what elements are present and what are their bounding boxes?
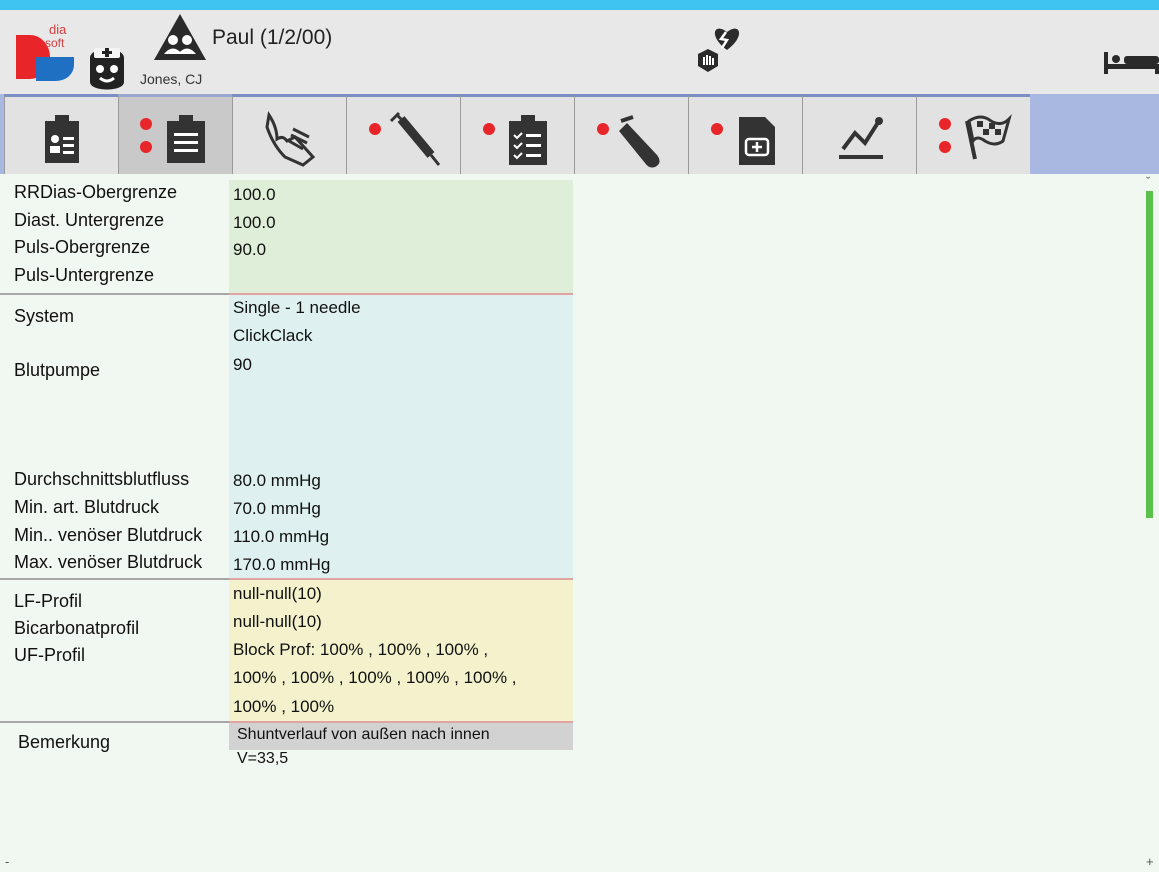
value-diast-untergrenze: 100.0 [233, 213, 276, 232]
tab-dot [140, 118, 152, 130]
label-min-venoeser-blutdruck: Min.. venöser Blutdruck [14, 525, 203, 545]
tab-finish-flag[interactable] [916, 94, 1030, 174]
bed-icon[interactable] [1102, 48, 1159, 76]
tab-chart[interactable] [802, 94, 916, 174]
svg-text:dia: dia [49, 23, 67, 37]
test-tube-icon [597, 115, 660, 168]
label-system: System [14, 306, 75, 326]
value-uf-profil-line3: 100% , 100% [233, 697, 335, 716]
app-header: dia soft Jones, CJ Paul (1/2/00) [0, 10, 1159, 94]
label-max-venoeser-blutdruck: Max. venöser Blutdruck [14, 552, 203, 572]
svg-text:soft: soft [45, 36, 65, 50]
scroll-up-marker[interactable]: ˇ [1146, 174, 1150, 189]
label-rrdias-obergrenze: RRDias-Obergrenze [14, 182, 178, 202]
patient-name: Paul (1/2/00) [212, 26, 333, 49]
tab-dot [597, 123, 609, 135]
value-durchschnittsblutfluss: 80.0 mmHg [233, 471, 321, 490]
clipboard-icon [140, 115, 205, 163]
syringe-icon [369, 111, 441, 166]
tab-patient-record[interactable] [4, 94, 118, 174]
patient-record-icon [45, 115, 79, 163]
tab-hand[interactable] [232, 94, 346, 174]
tab-dot [369, 123, 381, 135]
value-blutpumpe: 90 [233, 355, 252, 374]
chart-icon [839, 117, 883, 159]
value-min-venoeser-blutdruck: 110.0 mmHg [233, 527, 330, 546]
diasoft-logo: dia soft [16, 23, 74, 81]
label-durchschnittsblutfluss: Durchschnittsblutfluss [14, 469, 190, 489]
value-min-art-blutdruck: 70.0 mmHg [233, 499, 321, 518]
tab-dot [711, 123, 723, 135]
value-uf-profil-line1: Block Prof: 100% , 100% , 100% , [233, 640, 489, 659]
main-content: RRDias-Obergrenze Diast. Untergrenze Pul… [0, 174, 1159, 872]
checklist-icon [483, 115, 547, 165]
scrollbar[interactable] [1146, 191, 1153, 518]
value-remark-line2: V=33,5 [237, 750, 289, 767]
value-uf-profil-line2: 100% , 100% , 100% , 100% , 100% , [233, 668, 517, 687]
label-puls-obergrenze: Puls-Obergrenze [14, 237, 151, 257]
label-bemerkung: Bemerkung [18, 732, 111, 752]
top-accent-strip [0, 0, 1159, 10]
tab-dot [483, 123, 495, 135]
tab-checklist[interactable] [460, 94, 574, 174]
hand-icon [265, 111, 316, 167]
label-uf-profil: UF-Profil [14, 645, 85, 665]
limits-value-bg [229, 180, 573, 294]
label-lf-profil: LF-Profil [14, 591, 83, 611]
nurse-name: Jones, CJ [140, 71, 203, 87]
label-bicarbonatprofil: Bicarbonatprofil [14, 618, 140, 638]
value-rrdias-obergrenze: 100.0 [233, 185, 276, 204]
value-lf-profil: null-null(10) [233, 584, 322, 603]
heart-alert-icon[interactable] [688, 22, 746, 82]
plus-marker[interactable]: + [1146, 854, 1154, 869]
patient-icon [154, 14, 206, 60]
tab-medical-doc[interactable] [688, 94, 802, 174]
minus-marker[interactable]: - [5, 854, 9, 869]
finish-flag-icon [939, 113, 1012, 160]
tab-test-tube[interactable] [574, 94, 688, 174]
medical-doc-icon [711, 117, 775, 165]
value-max-venoeser-blutdruck: 170.0 mmHg [233, 555, 331, 574]
label-diast-untergrenze: Diast. Untergrenze [14, 210, 165, 230]
tab-dot [939, 141, 951, 153]
tab-dot [140, 141, 152, 153]
tab-clipboard[interactable] [118, 94, 232, 174]
tab-dot [939, 118, 951, 130]
nurse-icon [90, 48, 124, 90]
label-blutpumpe: Blutpumpe [14, 360, 101, 380]
label-puls-untergrenze: Puls-Untergrenze [14, 265, 155, 285]
tab-bar [0, 94, 1159, 174]
value-puls-obergrenze: 90.0 [233, 240, 267, 259]
tab-syringe[interactable] [346, 94, 460, 174]
value-system-2: ClickClack [233, 326, 313, 345]
value-remark-line1: Shuntverlauf von außen nach innen [237, 726, 490, 743]
label-min-art-blutdruck: Min. art. Blutdruck [14, 497, 160, 517]
value-system-1: Single - 1 needle [233, 298, 361, 317]
value-bicarbonatprofil: null-null(10) [233, 612, 322, 631]
